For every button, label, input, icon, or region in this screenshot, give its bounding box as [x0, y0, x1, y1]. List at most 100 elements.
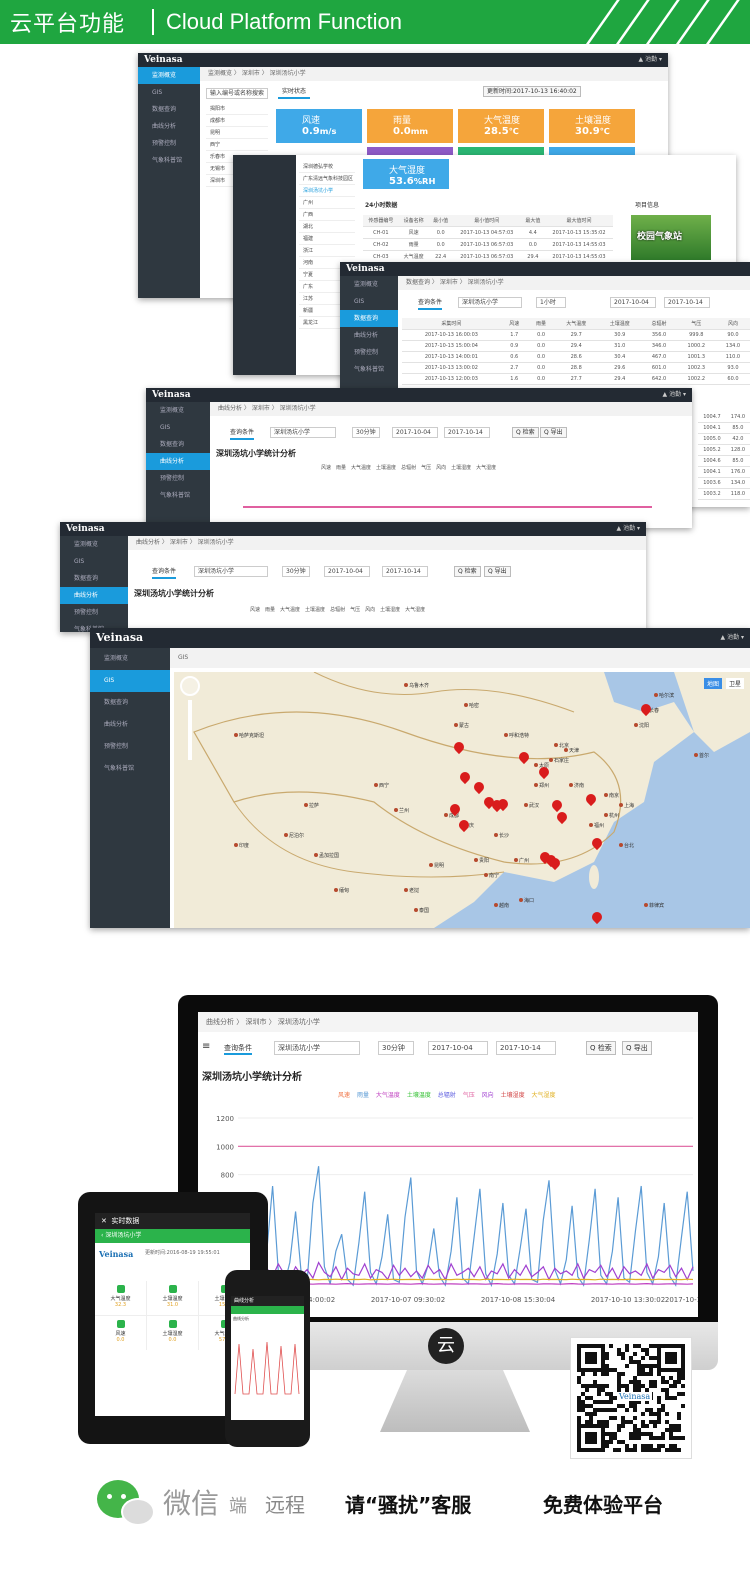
- from-date[interactable]: 2017-10-04: [324, 566, 370, 577]
- city-item[interactable]: 昆明: [206, 127, 268, 139]
- tablet-sensor-cell[interactable]: 土壤湿度 0.0: [147, 1316, 198, 1350]
- tablet-sensor-cell[interactable]: 土壤温度 31.0: [147, 1281, 198, 1315]
- school-item[interactable]: 深圳汤坑小学: [299, 185, 355, 197]
- menu-icon[interactable]: ≡: [202, 1040, 210, 1054]
- nav-science[interactable]: 气象科普馆: [146, 487, 210, 504]
- from-date[interactable]: 2017-10-04: [392, 427, 438, 438]
- interval-select[interactable]: 30分钟: [352, 427, 380, 438]
- nav-query[interactable]: 数据查询: [146, 436, 210, 453]
- station-select[interactable]: 深圳汤坑小学: [194, 566, 268, 577]
- qr-code[interactable]: Veinasa: [570, 1337, 692, 1459]
- tablet-sensor-cell[interactable]: 风速 0.0: [95, 1316, 146, 1350]
- tab-query[interactable]: 查询条件: [152, 565, 177, 579]
- to-date[interactable]: 2017-10-14: [664, 297, 710, 308]
- search-button[interactable]: Q 检索: [512, 427, 539, 438]
- school-item[interactable]: 浙江: [299, 245, 355, 257]
- map-type-button[interactable]: 地图: [703, 678, 722, 689]
- satellite-button[interactable]: 卫星: [725, 678, 744, 689]
- school-item[interactable]: 福建: [299, 233, 355, 245]
- legend-item[interactable]: 总辐射: [438, 1090, 456, 1099]
- nav-gis[interactable]: GIS: [60, 553, 128, 570]
- legend-item[interactable]: 风向: [482, 1090, 494, 1099]
- school-item[interactable]: 广西: [299, 209, 355, 221]
- nav-query[interactable]: 数据查询: [90, 692, 170, 714]
- nav-query[interactable]: 数据查询: [138, 101, 200, 118]
- nav-overview[interactable]: 监测概览: [340, 276, 398, 293]
- legend-item[interactable]: 大气湿度: [532, 1090, 556, 1099]
- nav-overview[interactable]: 监测概览: [60, 536, 128, 553]
- phone-tab[interactable]: 曲线分析: [231, 1314, 304, 1324]
- nav-alert[interactable]: 预警控制: [90, 736, 170, 758]
- export-button[interactable]: Q 导出: [484, 566, 511, 577]
- legend-item[interactable]: 气压: [463, 1090, 475, 1099]
- nav-curve[interactable]: 曲线分析: [138, 118, 200, 135]
- nav-query[interactable]: 数据查询: [340, 310, 398, 327]
- export-button[interactable]: Q 导出: [540, 427, 567, 438]
- to-date[interactable]: 2017-10-14: [444, 427, 490, 438]
- station-select[interactable]: 深圳汤坑小学: [274, 1041, 360, 1055]
- search-input[interactable]: 输入编号或名称搜索: [206, 88, 268, 99]
- nav-curve[interactable]: 曲线分析: [90, 714, 170, 736]
- school-item[interactable]: 深圳德弘学校: [299, 161, 355, 173]
- tab-realtime[interactable]: 实时状态: [278, 85, 311, 99]
- gis-map[interactable]: 地图 卫星 乌鲁木齐哈密西宁兰州拉萨成都重庆昆明贵阳南宁广州海口长沙武汉郑州北京…: [174, 672, 750, 928]
- nav-alert[interactable]: 预警控制: [146, 470, 210, 487]
- school-item[interactable]: 广东清远气象科技园区: [299, 173, 355, 185]
- legend-item[interactable]: 土壤温度: [407, 1090, 431, 1099]
- city-item[interactable]: 成都市: [206, 115, 268, 127]
- nav-science[interactable]: 气象科普馆: [138, 152, 200, 169]
- table-row: 1003.6 134.0: [698, 477, 750, 489]
- to-date[interactable]: 2017-10-14: [496, 1041, 556, 1055]
- interval-select[interactable]: 1小时: [536, 297, 566, 308]
- tab-query[interactable]: 查询条件: [230, 426, 255, 440]
- nav-gis[interactable]: GIS: [138, 84, 200, 101]
- station-select[interactable]: 深圳汤坑小学: [458, 297, 522, 308]
- legend-item[interactable]: 雨量: [357, 1090, 369, 1099]
- station-select[interactable]: 深圳汤坑小学: [270, 427, 336, 438]
- search-button[interactable]: Q 检索: [586, 1041, 616, 1055]
- tab-gis[interactable]: GIS: [170, 648, 750, 668]
- nav-overview[interactable]: 监测概览: [90, 648, 170, 670]
- city-item[interactable]: 西宁: [206, 139, 268, 151]
- nav-overview[interactable]: 监测概览: [146, 402, 210, 419]
- user-menu[interactable]: ▲ 池勤 ▾: [721, 628, 744, 648]
- nav-curve[interactable]: 曲线分析: [146, 453, 210, 470]
- nav-curve[interactable]: 曲线分析: [60, 587, 128, 604]
- tablet-sensor-cell[interactable]: 大气温度 32.3: [95, 1281, 146, 1315]
- tablet-station[interactable]: ‹ 深圳汤坑小学: [95, 1229, 250, 1243]
- nav-query[interactable]: 数据查询: [60, 570, 128, 587]
- nav-science[interactable]: 气象科普馆: [340, 361, 398, 378]
- from-date[interactable]: 2017-10-04: [428, 1041, 488, 1055]
- export-button[interactable]: Q 导出: [622, 1041, 652, 1055]
- user-menu[interactable]: ▲ 池勤 ▾: [639, 53, 662, 67]
- search-button[interactable]: Q 检索: [454, 566, 481, 577]
- from-date[interactable]: 2017-10-04: [610, 297, 656, 308]
- user-menu[interactable]: ▲ 池勤 ▾: [617, 522, 640, 536]
- legend-item[interactable]: 大气温度: [376, 1090, 400, 1099]
- nav-alert[interactable]: 预警控制: [138, 135, 200, 152]
- map-zoom-slider[interactable]: [188, 700, 192, 760]
- nav-gis[interactable]: GIS: [146, 419, 210, 436]
- tab-query[interactable]: 查询条件: [224, 1041, 252, 1055]
- interval-select[interactable]: 30分钟: [282, 566, 310, 577]
- map-city-label: 台北: [619, 842, 634, 849]
- map-pan-control[interactable]: [180, 676, 200, 696]
- nav-overview[interactable]: 监测概览: [138, 67, 200, 84]
- legend-item[interactable]: 风速: [338, 1090, 350, 1099]
- nav-science[interactable]: 气象科普馆: [90, 758, 170, 780]
- school-item[interactable]: 湖北: [299, 221, 355, 233]
- banner-title-cn: 云平台功能: [10, 12, 126, 37]
- nav-alert[interactable]: 预警控制: [60, 604, 128, 621]
- nav-curve[interactable]: 曲线分析: [340, 327, 398, 344]
- qr-finder: [665, 1352, 677, 1364]
- city-item[interactable]: 揭阳市: [206, 103, 268, 115]
- nav-gis[interactable]: GIS: [340, 293, 398, 310]
- interval-select[interactable]: 30分钟: [378, 1041, 414, 1055]
- user-menu[interactable]: ▲ 池勤 ▾: [663, 388, 686, 402]
- legend-item[interactable]: 土壤湿度: [501, 1090, 525, 1099]
- tab-query[interactable]: 查询条件: [418, 296, 443, 310]
- to-date[interactable]: 2017-10-14: [382, 566, 428, 577]
- nav-gis[interactable]: GIS: [90, 670, 170, 692]
- school-item[interactable]: 广州: [299, 197, 355, 209]
- nav-alert[interactable]: 预警控制: [340, 344, 398, 361]
